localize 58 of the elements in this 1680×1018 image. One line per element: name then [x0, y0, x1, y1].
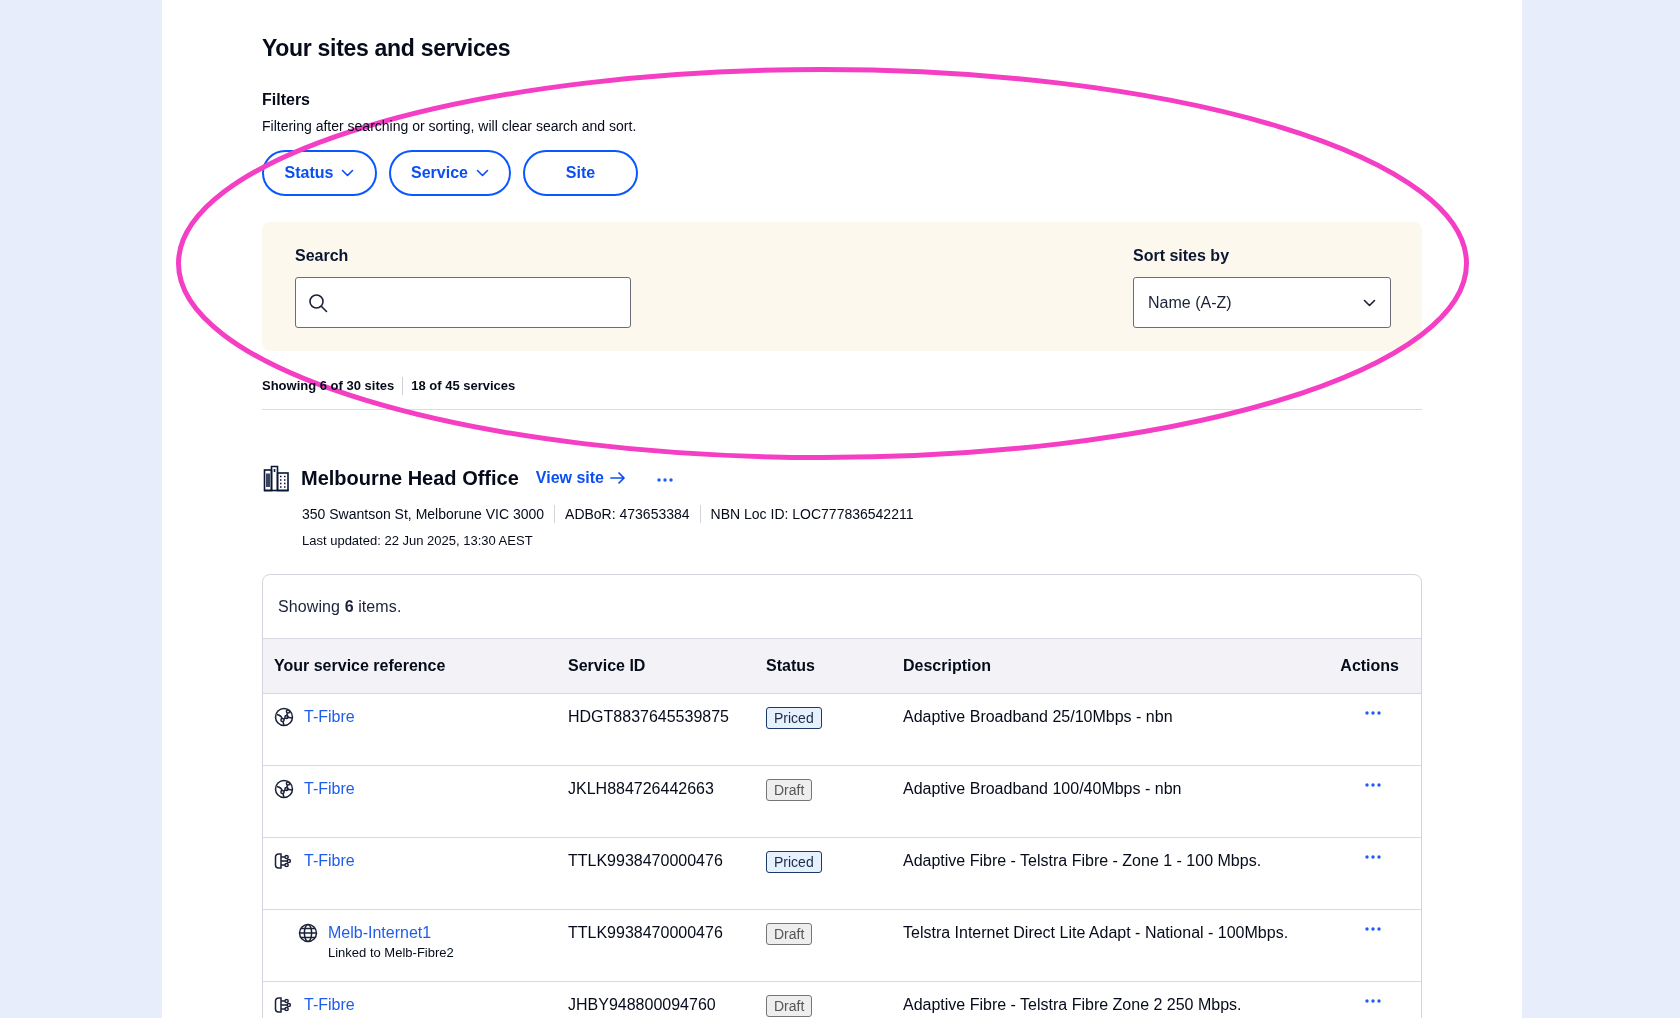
status-badge: Priced [766, 851, 822, 873]
filter-button[interactable]: Site [522, 150, 638, 196]
service-id: TTLK9938470000476 [568, 851, 724, 871]
status-badge: Draft [766, 923, 813, 945]
site-detail: 350 Swantson St, Melborune VIC 3000 [302, 505, 545, 523]
ellipsis-icon [1365, 855, 1381, 859]
service-id: JHBY948800094760 [568, 995, 717, 1015]
items-count: Showing 6 items. [278, 597, 402, 616]
column-header: Your service reference [274, 657, 447, 675]
sort-label: Sort sites by [1133, 246, 1231, 266]
network-globe-icon [274, 779, 294, 799]
arrow-right-icon [610, 472, 625, 484]
column-header: Actions [1339, 657, 1399, 675]
status-badge: Draft [766, 779, 813, 801]
ellipsis-icon [657, 478, 673, 482]
filters-heading: Filters [262, 91, 311, 109]
service-description: Adaptive Broadband 25/10Mbps - nbn [903, 707, 1174, 727]
globe-icon [298, 923, 318, 943]
service-description: Adaptive Fibre - Telstra Fibre - Zone 1 - 100 Mbps. [903, 851, 1263, 871]
plug-icon [274, 995, 294, 1015]
ellipsis-icon [1365, 999, 1381, 1003]
service-reference-link[interactable]: Melb-Internet1 [328, 923, 454, 943]
service-reference-link[interactable]: T-Fibre [304, 995, 355, 1015]
last-updated: Last updated: 22 Jun 2025, 13:30 AEST [301, 532, 534, 550]
service-id: TTLK9938470000476 [568, 923, 724, 943]
page-title: Your sites and services [262, 34, 512, 63]
site-detail: NBN Loc ID: LOC777836542211 [699, 505, 914, 523]
network-globe-icon [274, 707, 294, 727]
service-reference-link[interactable]: T-Fibre [304, 851, 355, 871]
service-reference-link[interactable]: T-Fibre [304, 707, 355, 727]
service-description: Adaptive Broadband 100/40Mbps - nbn [903, 779, 1183, 799]
search-label: Search [295, 246, 350, 266]
linked-service-note: Linked to Melb-Fibre2 [328, 944, 454, 962]
filter-button[interactable]: Service [389, 150, 511, 196]
buildings-icon [262, 464, 290, 492]
ellipsis-icon [1365, 927, 1381, 931]
column-header: Description [903, 657, 992, 675]
chevron-down-icon [1363, 298, 1376, 307]
view-site-link[interactable]: View site [535, 469, 625, 487]
service-reference-link[interactable]: T-Fibre [304, 779, 355, 799]
ellipsis-icon [1365, 783, 1381, 787]
site-name: Melbourne Head Office [301, 466, 519, 491]
site-detail: ADBoR: 473653384 [554, 505, 690, 523]
column-header: Status [766, 657, 816, 675]
status-badge: Draft [766, 995, 813, 1017]
status-badge: Priced [766, 707, 822, 729]
service-description: Telstra Internet Direct Lite Adapt - National - 100Mbps. [903, 923, 1290, 943]
search-field[interactable] [295, 277, 631, 328]
service-description: Adaptive Fibre - Telstra Fibre Zone 2 250 Mbps. [903, 995, 1243, 1015]
plug-icon [274, 851, 294, 871]
search-icon [308, 292, 328, 313]
column-header: Service ID [568, 657, 647, 675]
ellipsis-icon [1365, 711, 1381, 715]
sort-select[interactable]: Name (A-Z) [1133, 277, 1391, 328]
results-count: 18 of 45 services [402, 377, 516, 395]
service-id: HDGT8837645539875 [568, 707, 730, 727]
service-id: JKLH884726442663 [568, 779, 715, 799]
filter-button[interactable]: Status [262, 150, 377, 196]
